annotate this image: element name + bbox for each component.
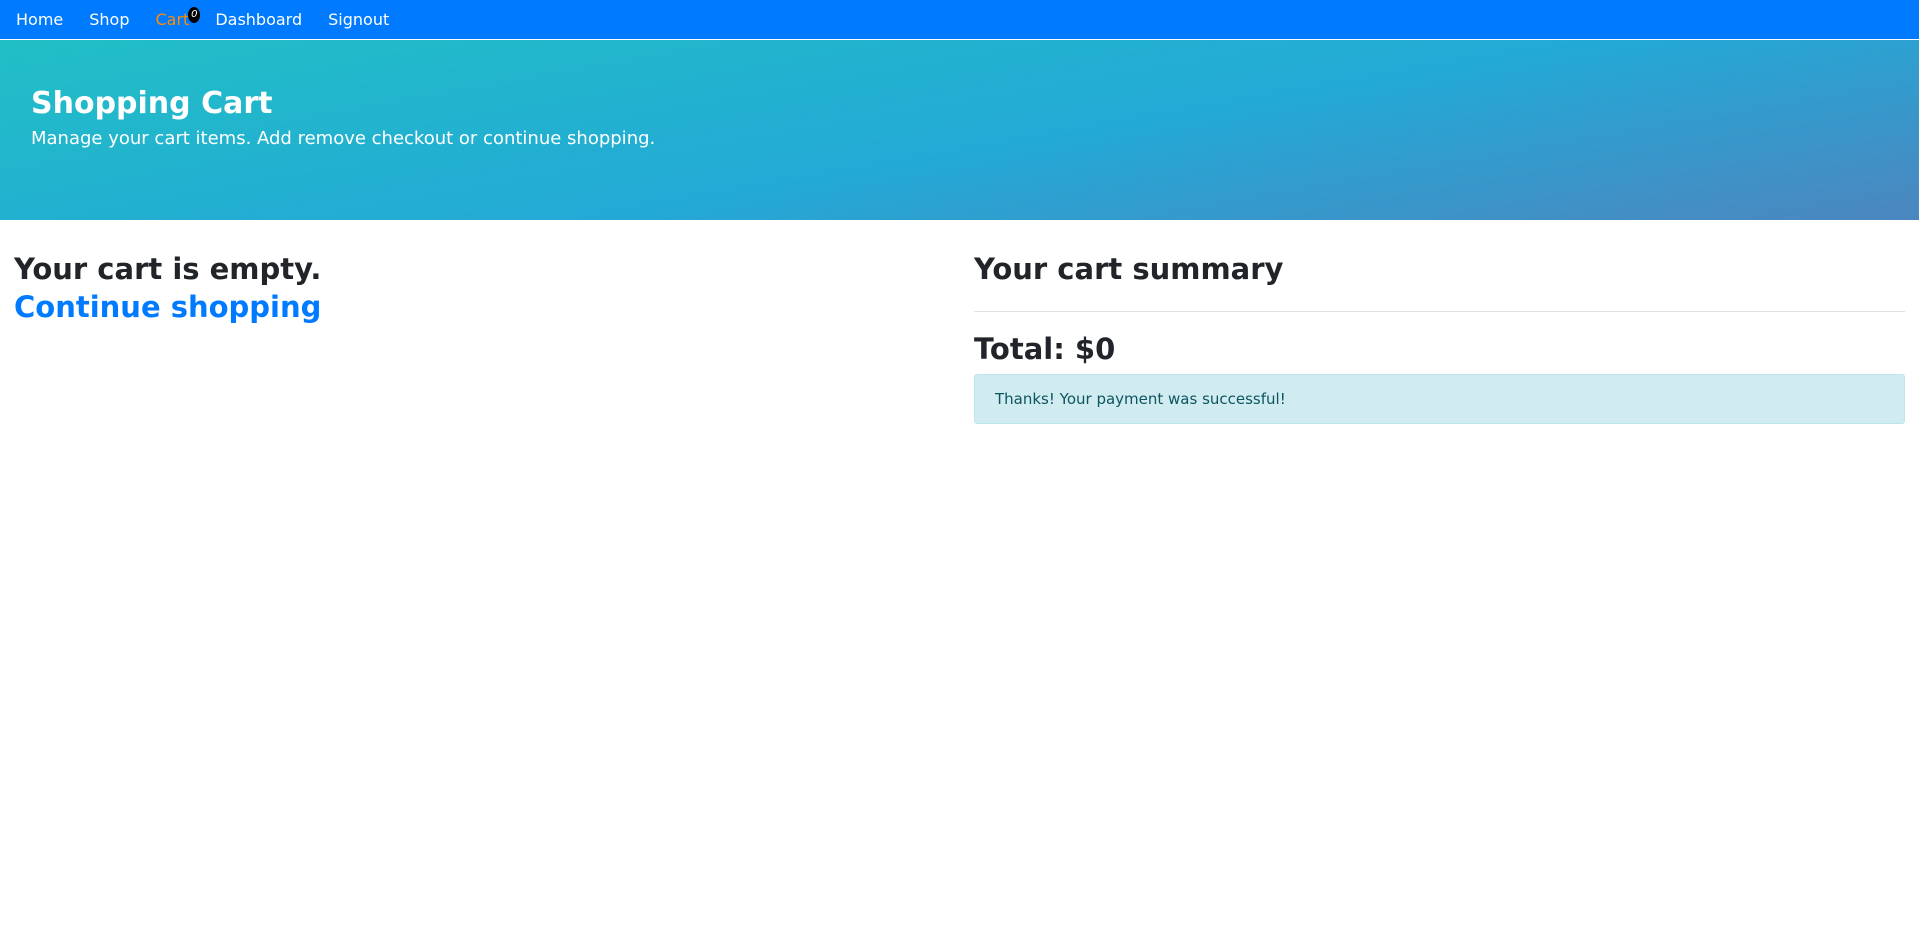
nav-shop[interactable]: Shop [76, 0, 142, 39]
nav-cart[interactable]: Cart 0 [143, 0, 203, 39]
summary-title: Your cart summary [974, 252, 1284, 286]
cart-total: Total: $0 [974, 332, 1116, 366]
empty-cart-message: Your cart is empty. [14, 252, 322, 286]
cart-summary-section: Your cart summary Total: $0 Thanks! Your… [974, 250, 1905, 424]
top-navbar: Home Shop Cart 0 Dashboard Signout [0, 0, 1919, 39]
page-title: Shopping Cart [31, 86, 273, 121]
continue-shopping-link[interactable]: Continue shopping [14, 288, 321, 326]
nav-home[interactable]: Home [3, 0, 76, 39]
page-subtitle: Manage your cart items. Add remove check… [31, 128, 656, 149]
cart-count-badge: 0 [188, 7, 201, 23]
summary-divider [974, 311, 1905, 312]
cart-items-section: Your cart is empty. Continue shopping [14, 250, 914, 326]
nav-dashboard[interactable]: Dashboard [202, 0, 315, 39]
page-header-banner: Shopping Cart Manage your cart items. Ad… [0, 40, 1919, 220]
nav-signout[interactable]: Signout [315, 0, 402, 39]
nav-cart-label: Cart [155, 10, 190, 29]
payment-success-alert: Thanks! Your payment was successful! [974, 374, 1905, 424]
